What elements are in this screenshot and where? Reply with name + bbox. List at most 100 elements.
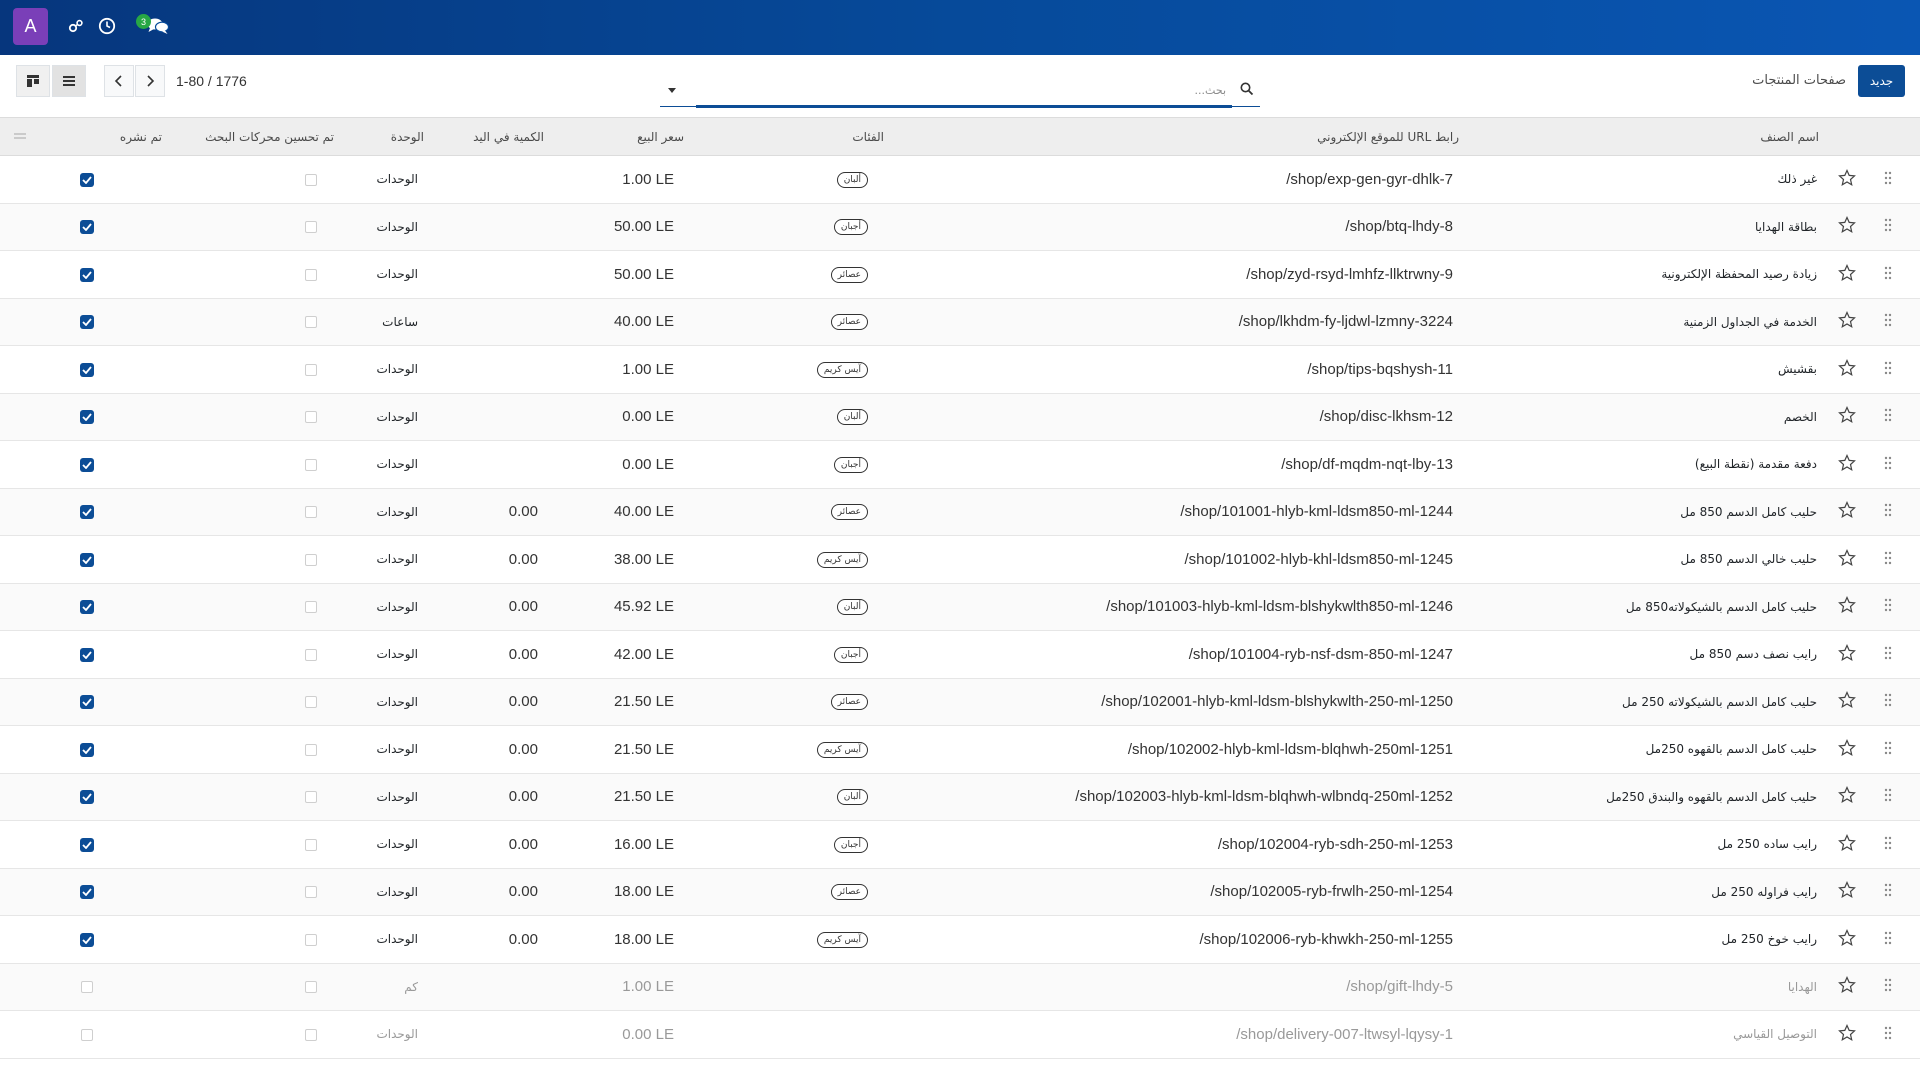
product-name-cell[interactable]: زيادة رصيد المحفظة الإلكترونية <box>1465 250 1825 299</box>
row-select-cell[interactable] <box>1907 630 1920 679</box>
drag-handle-cell[interactable] <box>1869 583 1907 631</box>
seo-cell[interactable] <box>168 203 340 251</box>
drag-handle-cell[interactable] <box>1869 678 1907 726</box>
product-name-cell[interactable]: رايب نصف دسم 850 مل <box>1465 630 1825 679</box>
seo-cell[interactable] <box>168 630 340 679</box>
seo-checkbox[interactable] <box>305 506 317 519</box>
favorite-cell[interactable] <box>1825 868 1869 916</box>
column-header-seo[interactable]: تم تحسين محركات البحث <box>168 117 340 156</box>
published-checkbox-checked[interactable] <box>80 790 94 804</box>
drag-handle-icon[interactable] <box>1884 456 1892 470</box>
row-select-cell[interactable] <box>1907 1010 1920 1059</box>
favorite-cell[interactable] <box>1825 915 1869 964</box>
published-checkbox-checked[interactable] <box>80 837 94 852</box>
table-row[interactable]: الوحدات 0.00 40.00 LE عصائر /shop/101001… <box>0 488 1920 536</box>
published-checkbox-checked[interactable] <box>80 457 94 472</box>
published-cell[interactable] <box>40 535 168 584</box>
table-row[interactable]: الوحدات 0.00 LE /shop/delivery-007-ltwsy… <box>0 1010 1920 1059</box>
star-icon[interactable] <box>1838 548 1856 567</box>
star-icon[interactable] <box>1838 1023 1856 1042</box>
row-select-cell[interactable] <box>1907 583 1920 631</box>
seo-checkbox[interactable] <box>305 316 317 329</box>
column-header-categories[interactable]: الفئات <box>690 117 890 156</box>
seo-checkbox[interactable] <box>305 268 317 281</box>
published-checkbox-checked[interactable] <box>80 647 94 662</box>
product-name-cell[interactable]: غير ذلك <box>1465 155 1825 204</box>
seo-cell[interactable] <box>168 298 340 346</box>
table-row[interactable]: الوحدات 0.00 21.50 LE ألبان /shop/102003… <box>0 773 1920 821</box>
published-checkbox-checked[interactable] <box>80 172 94 187</box>
row-select-cell[interactable] <box>1907 298 1920 346</box>
star-icon[interactable] <box>1838 691 1856 709</box>
favorite-cell[interactable] <box>1825 345 1869 394</box>
published-cell[interactable] <box>40 250 168 299</box>
star-icon[interactable] <box>1838 406 1856 424</box>
published-cell[interactable] <box>40 488 168 536</box>
favorite-cell[interactable] <box>1825 393 1869 441</box>
favorite-cell[interactable] <box>1825 963 1869 1011</box>
activity-clock-icon[interactable] <box>96 15 118 37</box>
drag-handle-icon[interactable] <box>1884 313 1892 327</box>
product-name-cell[interactable]: بقشيش <box>1465 345 1825 394</box>
row-select-cell[interactable] <box>1907 393 1920 441</box>
debug-tools-icon[interactable] <box>65 15 87 37</box>
drag-handle-icon[interactable] <box>1884 503 1892 517</box>
favorite-cell[interactable] <box>1825 583 1869 631</box>
table-row[interactable]: الوحدات 0.00 LE ألبان /shop/disc-lkhsm-1… <box>0 393 1920 441</box>
drag-handle-cell[interactable] <box>1869 155 1907 204</box>
star-icon[interactable] <box>1838 453 1856 472</box>
new-button[interactable]: جديد <box>1858 65 1905 97</box>
product-name-cell[interactable]: رايب خوخ 250 مل <box>1465 915 1825 964</box>
table-row[interactable]: الوحدات 0.00 18.00 LE آيس كريم /shop/102… <box>0 915 1920 964</box>
seo-checkbox[interactable] <box>305 363 317 376</box>
seo-cell[interactable] <box>168 393 340 441</box>
product-name-cell[interactable]: الخصم <box>1465 393 1825 441</box>
star-icon[interactable] <box>1838 216 1856 234</box>
published-cell[interactable] <box>40 393 168 441</box>
column-header-qty[interactable]: الكمية في اليد <box>430 117 550 156</box>
favorite-cell[interactable] <box>1825 155 1869 204</box>
seo-cell[interactable] <box>168 773 340 821</box>
table-row[interactable]: الوحدات 0.00 18.00 LE عصائر /shop/102005… <box>0 868 1920 916</box>
seo-checkbox[interactable] <box>305 601 317 614</box>
drag-handle-cell[interactable] <box>1869 868 1907 916</box>
seo-cell[interactable] <box>168 678 340 726</box>
drag-handle-cell[interactable] <box>1869 488 1907 536</box>
search-icon[interactable] <box>1240 81 1254 100</box>
drag-handle-icon[interactable] <box>1884 218 1892 232</box>
favorite-cell[interactable] <box>1825 725 1869 774</box>
seo-checkbox[interactable] <box>305 696 317 709</box>
column-header-published[interactable]: تم نشره <box>40 117 168 156</box>
drag-handle-icon[interactable] <box>1884 646 1892 660</box>
product-name-cell[interactable]: التوصيل القياسي <box>1465 1010 1825 1059</box>
row-select-cell[interactable] <box>1907 203 1920 251</box>
seo-checkbox[interactable] <box>305 458 317 471</box>
seo-cell[interactable] <box>168 535 340 584</box>
column-header-price[interactable]: سعر البيع <box>550 117 690 156</box>
seo-checkbox[interactable] <box>305 221 317 234</box>
seo-cell[interactable] <box>168 963 340 1011</box>
seo-cell[interactable] <box>168 915 340 964</box>
published-checkbox-checked[interactable] <box>80 362 94 377</box>
seo-checkbox[interactable] <box>305 411 317 424</box>
kanban-view-button[interactable] <box>16 65 50 97</box>
seo-cell[interactable] <box>168 250 340 299</box>
drag-handle-icon[interactable] <box>1884 361 1892 375</box>
column-header-name[interactable]: اسم الصنف <box>1465 117 1825 156</box>
product-name-cell[interactable]: رايب ساده 250 مل <box>1465 820 1825 869</box>
drag-handle-icon[interactable] <box>1884 598 1892 612</box>
drag-handle-icon[interactable] <box>1884 788 1892 802</box>
published-cell[interactable] <box>40 773 168 821</box>
drag-handle-icon[interactable] <box>1884 171 1892 185</box>
seo-checkbox[interactable] <box>305 886 317 899</box>
published-cell[interactable] <box>40 725 168 774</box>
drag-handle-cell[interactable] <box>1869 915 1907 964</box>
table-row[interactable]: الوحدات 50.00 LE عصائر /shop/zyd-rsyd-lm… <box>0 250 1920 299</box>
seo-checkbox[interactable] <box>305 791 317 804</box>
seo-cell[interactable] <box>168 868 340 916</box>
pager-value[interactable]: 1-80 / 1776 <box>176 73 247 89</box>
seo-checkbox[interactable] <box>305 981 317 994</box>
published-cell[interactable] <box>40 155 168 204</box>
table-row[interactable]: الوحدات 0.00 45.92 LE ألبان /shop/101003… <box>0 583 1920 631</box>
drag-handle-cell[interactable] <box>1869 820 1907 869</box>
